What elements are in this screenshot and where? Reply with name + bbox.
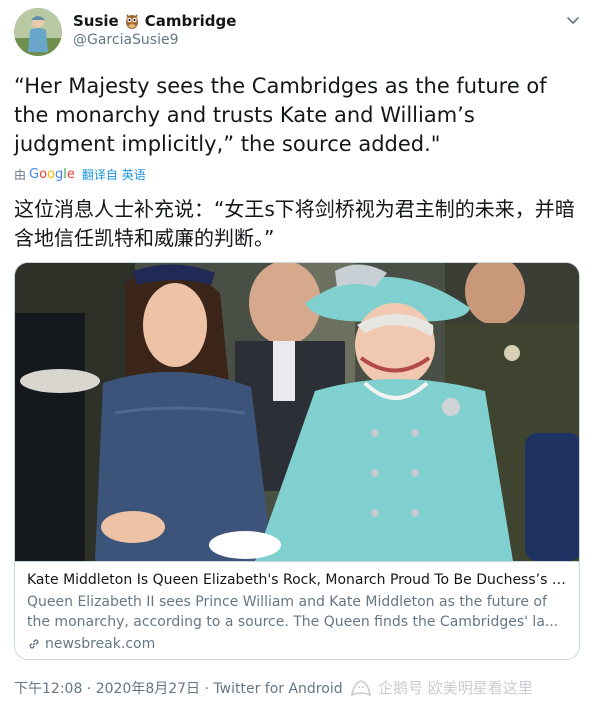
avatar-image: [14, 8, 62, 56]
google-letter: e: [66, 167, 75, 182]
user-handle[interactable]: @GarciaSusie9: [73, 32, 179, 48]
card-image: [15, 263, 579, 561]
display-name[interactable]: Susie Cambridge: [73, 12, 236, 30]
google-letter: o: [39, 167, 48, 182]
avatar[interactable]: [14, 8, 62, 56]
card-domain-label: newsbreak.com: [45, 636, 156, 652]
penguin-icon: [350, 679, 372, 696]
card-domain: newsbreak.com: [27, 634, 569, 654]
translation-attribution: 由 Google 翻译自 英语: [14, 166, 146, 183]
watermark: 企鹅号 欧美明星看这里: [350, 677, 533, 698]
link-card[interactable]: Kate Middleton Is Queen Elizabeth's Rock…: [14, 262, 580, 660]
translated-from-label: 翻译自: [81, 168, 118, 182]
translate-by-label: 由: [14, 168, 27, 182]
card-text: Kate Middleton Is Queen Elizabeth's Rock…: [15, 561, 579, 654]
google-letter: G: [29, 167, 40, 182]
tweet-timestamp[interactable]: 下午12:08 · 2020年8月27日 · Twitter for Andro…: [14, 678, 343, 698]
google-logo: Google: [29, 167, 75, 182]
source-language: 英语: [121, 168, 146, 182]
google-letter: o: [47, 167, 56, 182]
chevron-down-icon[interactable]: [565, 12, 581, 28]
tweet: Susie Cambridge @GarciaSusie9 “Her Majes…: [0, 0, 596, 709]
display-name-last: Cambridge: [144, 12, 237, 30]
translated-from-link[interactable]: 翻译自 英语: [82, 166, 146, 183]
watermark-text: 企鹅号 欧美明星看这里: [378, 679, 533, 697]
card-description: Queen Elizabeth II sees Prince William a…: [27, 594, 559, 630]
translated-text: 这位消息人士补充说：“女王s下将剑桥视为君主制的未来，并暗含地信任凯特和威廉的判…: [14, 197, 575, 250]
tweet-text: “Her Majesty sees the Cambridges as the …: [14, 74, 547, 156]
card-title: Kate Middleton Is Queen Elizabeth's Rock…: [27, 572, 569, 588]
link-icon: [29, 639, 39, 649]
owl-emoji-icon: [125, 14, 138, 29]
display-name-first: Susie: [73, 12, 119, 30]
google-letter: g: [55, 167, 64, 182]
